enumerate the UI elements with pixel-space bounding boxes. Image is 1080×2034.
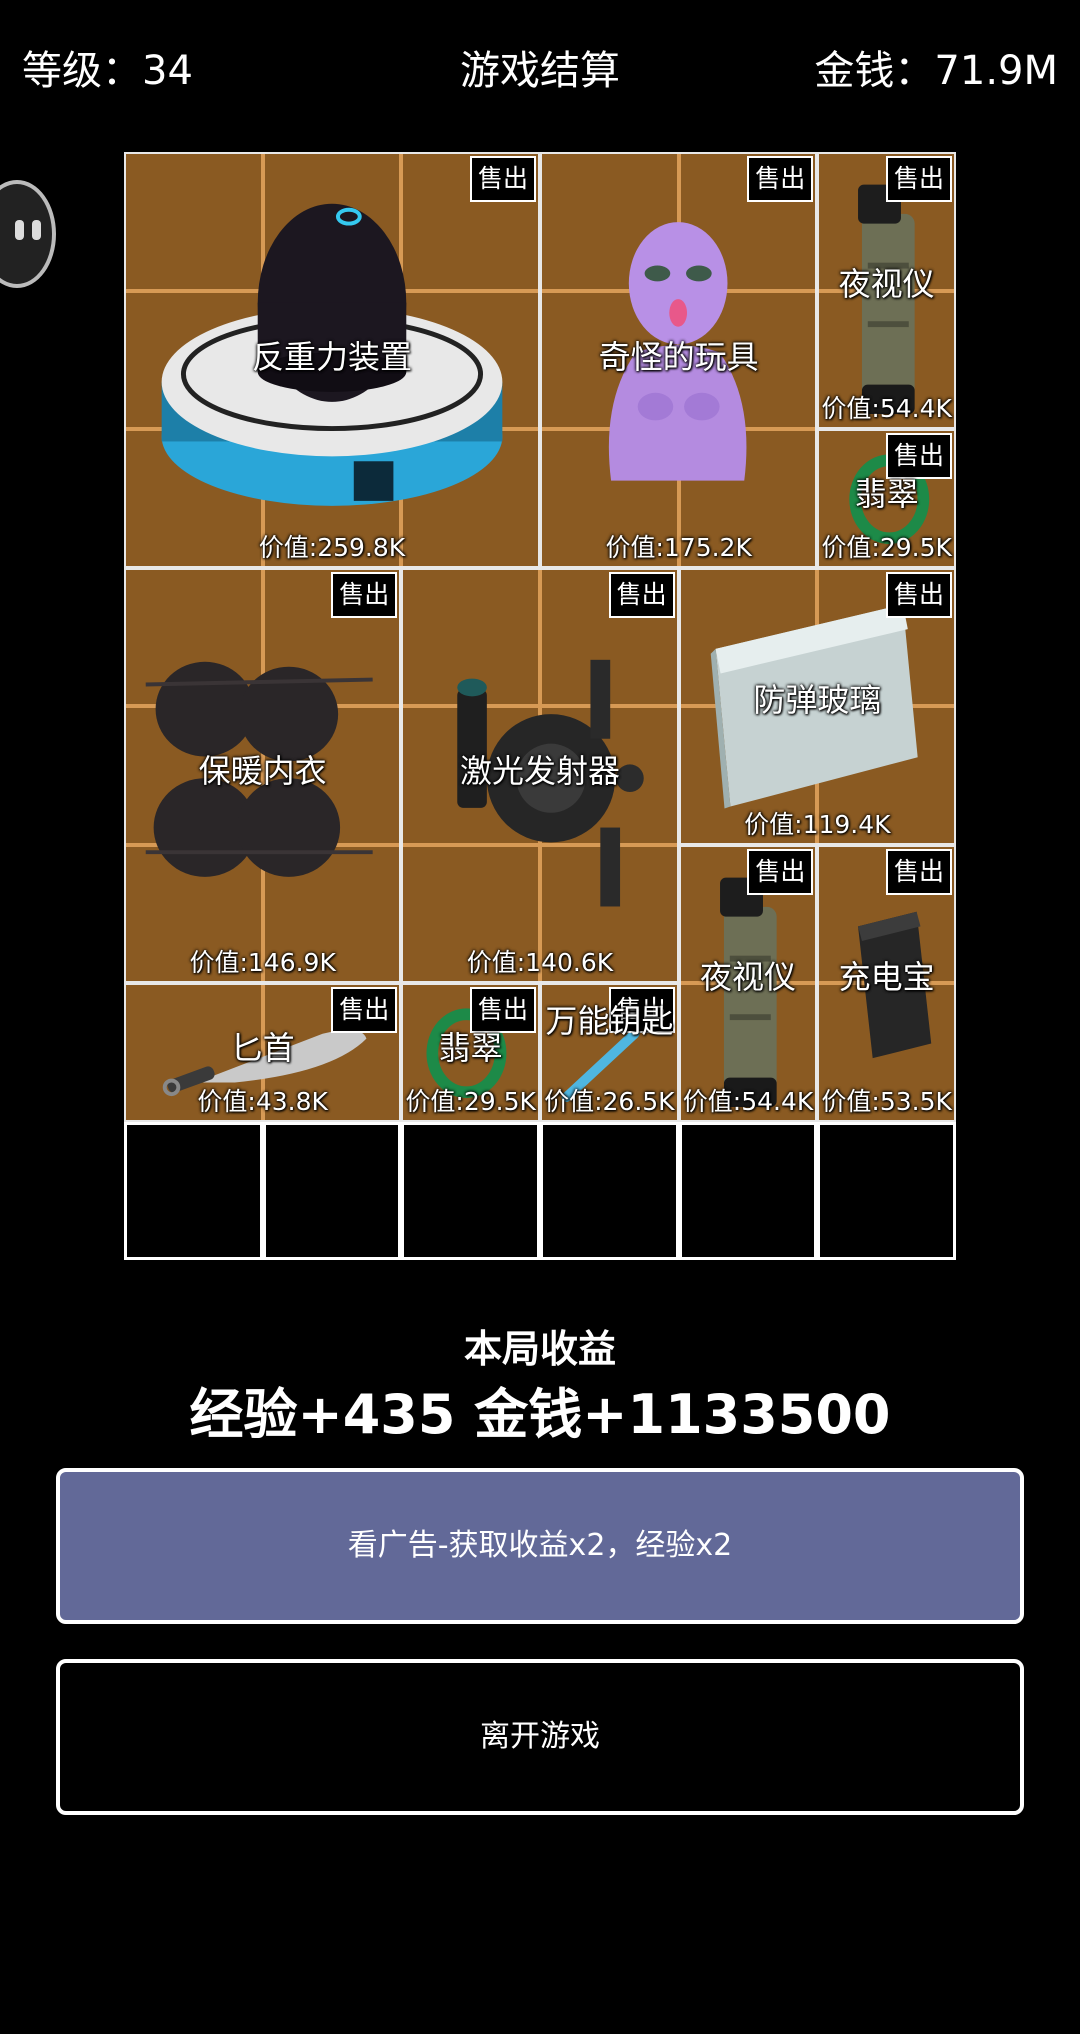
top-bar: 等级：34 游戏结算 金钱：71.9M xyxy=(0,0,1080,130)
leave-game-button[interactable]: 离开游戏 xyxy=(56,1659,1024,1815)
sell-button[interactable]: 售出 xyxy=(469,987,536,1033)
floating-assistant-icon[interactable] xyxy=(0,180,56,288)
assistant-eye-left-icon xyxy=(15,220,24,240)
empty-slot[interactable] xyxy=(817,1121,956,1260)
item-value: 价值:146.9K xyxy=(189,948,336,977)
item-anti-gravity-device[interactable]: 售出 反重力装置 价值:259.8K xyxy=(124,152,540,568)
inventory-grid: 售出 反重力装置 价值:259.8K 售出 奇怪的玩具 价值:175.2K 售出… xyxy=(124,152,956,1260)
item-value: 价值:54.4K xyxy=(821,394,952,423)
item-name: 夜视仪 xyxy=(700,957,797,996)
sell-button[interactable]: 售出 xyxy=(885,156,952,202)
sell-button[interactable]: 售出 xyxy=(885,848,952,895)
item-dagger[interactable]: 售出 匕首 价值:43.8K xyxy=(124,983,402,1122)
sell-button[interactable]: 售出 xyxy=(470,156,536,202)
sell-button[interactable]: 售出 xyxy=(885,433,952,479)
item-name: 充电宝 xyxy=(838,957,935,996)
item-name: 保暖内衣 xyxy=(198,751,327,790)
assistant-eye-right-icon xyxy=(32,220,41,240)
item-name: 夜视仪 xyxy=(838,265,935,303)
item-night-vision-2[interactable]: 售出 夜视仪 价值:54.4K xyxy=(678,844,818,1122)
sell-button[interactable]: 售出 xyxy=(885,571,952,618)
item-value: 价值:26.5K xyxy=(544,1086,675,1116)
item-name: 万能钥匙 xyxy=(545,1002,674,1040)
item-power-bank[interactable]: 售出 充电宝 价值:53.5K xyxy=(817,844,956,1122)
item-value: 价值:53.5K xyxy=(821,1086,952,1116)
item-name: 奇怪的玩具 xyxy=(598,338,759,376)
item-name: 匕首 xyxy=(230,1029,295,1067)
player-money: 金钱：71.9M xyxy=(814,48,1058,94)
item-name: 反重力装置 xyxy=(251,338,412,376)
item-value: 价值:43.8K xyxy=(197,1086,328,1116)
item-strange-toy[interactable]: 售出 奇怪的玩具 价值:175.2K xyxy=(540,152,818,568)
reward-summary: 经验+435 金钱+1133500 xyxy=(189,1383,891,1446)
item-laser-emitter[interactable]: 售出 激光发射器 价值:140.6K xyxy=(401,567,679,983)
item-jade[interactable]: 售出 翡翠 价值:29.5K xyxy=(817,429,956,568)
item-value: 价值:259.8K xyxy=(258,532,406,562)
empty-slot[interactable] xyxy=(401,1121,540,1260)
sell-button[interactable]: 售出 xyxy=(608,571,675,618)
sell-button[interactable]: 售出 xyxy=(747,848,814,895)
empty-slot[interactable] xyxy=(678,1121,818,1260)
empty-slot[interactable] xyxy=(262,1121,402,1260)
item-bulletproof-glass[interactable]: 售出 防弹玻璃 价值:119.4K xyxy=(678,567,956,845)
sell-button[interactable]: 售出 xyxy=(331,571,398,618)
item-name: 防弹玻璃 xyxy=(753,680,882,719)
item-jade-2[interactable]: 售出 翡翠 价值:29.5K xyxy=(401,983,540,1122)
reward-title: 本局收益 xyxy=(463,1327,616,1371)
empty-slot[interactable] xyxy=(124,1121,263,1260)
watch-ad-double-reward-button[interactable]: 看广告-获取收益x2，经验x2 xyxy=(56,1468,1024,1624)
item-value: 价值:54.4K xyxy=(682,1086,814,1116)
item-name: 翡翠 xyxy=(854,475,919,513)
item-night-vision[interactable]: 售出 夜视仪 价值:54.4K xyxy=(817,152,956,429)
sell-button[interactable]: 售出 xyxy=(331,987,398,1033)
item-name: 翡翠 xyxy=(438,1029,503,1067)
item-value: 价值:29.5K xyxy=(821,532,952,562)
item-value: 价值:140.6K xyxy=(466,948,614,977)
item-value: 价值:175.2K xyxy=(605,532,752,562)
item-value: 价值:29.5K xyxy=(405,1086,536,1116)
item-thermal-underwear[interactable]: 售出 保暖内衣 价值:146.9K xyxy=(124,567,402,983)
item-name: 激光发射器 xyxy=(459,751,620,790)
item-value: 价值:119.4K xyxy=(744,809,891,839)
item-master-key[interactable]: 售出 万能钥匙 价值:26.5K xyxy=(540,983,679,1122)
empty-slot[interactable] xyxy=(540,1121,679,1260)
sell-button[interactable]: 售出 xyxy=(747,156,814,202)
